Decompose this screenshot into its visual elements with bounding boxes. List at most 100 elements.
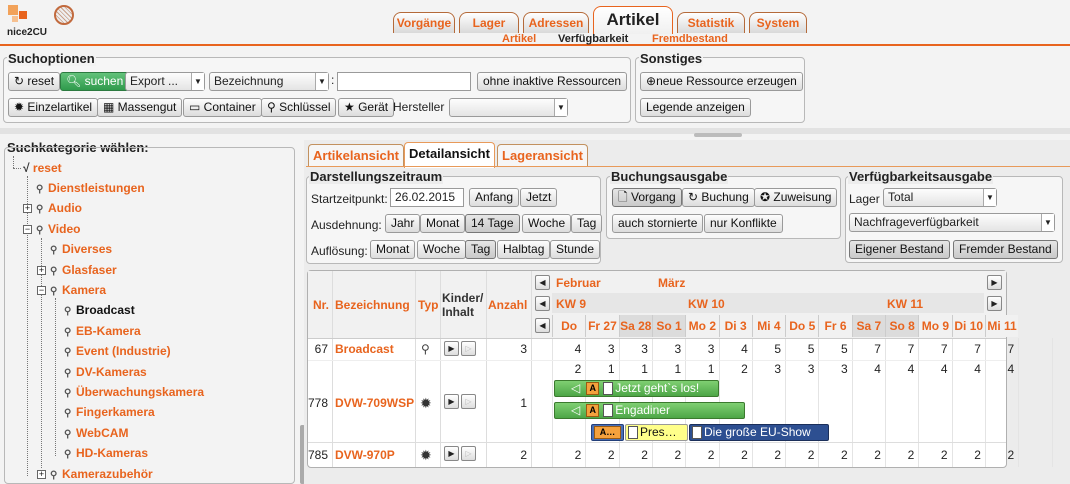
aufloesung-label: Auflösung: [311,244,368,258]
export-select[interactable]: Export ... ▼ [125,72,205,91]
key-icon: ⚲ [36,225,44,236]
expand-icon[interactable]: + [37,470,46,479]
next-week-button[interactable]: ▶ [987,296,1002,311]
tree-item-video[interactable]: ⚲ Video [36,222,80,236]
subtab-fremdbestand[interactable]: Fremdbestand [652,33,728,45]
row-67-bezeichnung[interactable]: Broadcast [335,342,394,356]
storniert-button[interactable]: auch stornierte [612,214,704,233]
tab-lager[interactable]: Lager [459,12,519,33]
expand-icon[interactable]: + [37,266,46,275]
tree-item-fingerkamera[interactable]: ⚲ Fingerkamera [64,405,155,419]
booking-bar[interactable]: A… [591,424,624,441]
tree-item-hd-kameras[interactable]: ⚲ HD-Kameras [64,446,148,460]
prev-month-button[interactable]: ◀ [535,275,550,290]
start-date-input[interactable]: 26.02.2015 [390,188,464,207]
zuweisung-button[interactable]: ✪ Zuweisung [754,188,838,207]
row-67-expand-controls[interactable]: ▶ ▷ [444,341,478,357]
ausdehnung-monat-button[interactable]: Monat [420,214,466,233]
tab-artikel[interactable]: Artikel [593,6,673,34]
type-einzelartikel-button[interactable]: ✹ Einzelartikel [8,98,99,117]
tab-detailansicht[interactable]: Detailansicht [404,142,495,168]
buchung-button[interactable]: ↻ Buchung [682,188,755,207]
jetzt-button[interactable]: Jetzt [520,188,558,207]
collapse-icon[interactable]: − [37,286,46,295]
nachfrage-select[interactable]: Nachfrageverfügbarkeit ▼ [849,213,1055,232]
tree-root-reset[interactable]: √ reset [23,161,62,175]
type-massengut-button[interactable]: ▦ Massengut [97,98,183,117]
play-icon[interactable]: ▶ [444,446,459,461]
splitter-handle[interactable] [694,133,742,137]
prev-week-button[interactable]: ◀ [535,296,550,311]
tab-vorgaenge[interactable]: Vorgänge [393,12,455,33]
prev-day-button[interactable]: ◀ [535,318,550,333]
ausdehnung-jahr-button[interactable]: Jahr [385,214,421,233]
aufloesung-woche-button[interactable]: Woche [417,240,467,259]
collapse-icon[interactable]: − [23,225,32,234]
tab-lageransicht[interactable]: Lageransicht [497,144,588,166]
tree-item-glasfaser[interactable]: ⚲ Glasfaser [50,263,117,277]
aufloesung-monat-button[interactable]: Monat [370,240,416,259]
ausdehnung-woche-button[interactable]: Woche [522,214,572,233]
tree-item-broadcast[interactable]: ⚲ Broadcast [64,303,135,317]
tab-statistik[interactable]: Statistik [677,12,745,33]
lager-select[interactable]: Total ▼ [883,188,997,207]
search-input[interactable] [337,72,471,91]
type-geraet-button[interactable]: ★ Gerät [338,98,395,117]
row-778-bezeichnung[interactable]: DVW-709WSP [335,396,414,410]
aufloesung-halbtag-button[interactable]: Halbtag [497,240,551,259]
subtab-artikel[interactable]: Artikel [502,33,536,45]
type-schluessel-button[interactable]: ⚲ Schlüssel [261,98,337,117]
tree-item-diverses[interactable]: ⚲ Diverses [50,242,112,256]
tree-item-event[interactable]: ⚲ Event (Industrie) [64,344,171,358]
booking-label: Engadiner [615,403,670,417]
globe-icon[interactable] [54,5,74,25]
fremder-bestand-button[interactable]: Fremder Bestand [953,240,1058,259]
aufloesung-stunde-button[interactable]: Stunde [550,240,601,259]
tree-item-eb-kamera[interactable]: ⚲ EB-Kamera [64,324,141,338]
row-785-bezeichnung[interactable]: DVW-970P [335,448,395,462]
tab-system[interactable]: System [749,12,807,33]
tree-item-kamerazubehoer[interactable]: ⚲ Kamerazubehör [50,467,153,481]
booking-bar[interactable]: Die große EU-Show [689,424,829,441]
konflikte-button[interactable]: nur Konflikte [704,214,783,233]
row-778-expand-controls[interactable]: ▶ ▷ [444,394,478,410]
aufloesung-tag-button[interactable]: Tag [465,240,497,259]
tree-item-dienstleistungen[interactable]: ⚲ Dienstleistungen [36,181,145,195]
type-container-button[interactable]: ▭ Container [183,98,262,117]
tab-adressen[interactable]: Adressen [523,12,589,33]
next-month-button[interactable]: ▶ [987,275,1002,290]
tree-item-audio[interactable]: ⚲ Audio [36,201,82,215]
play-icon[interactable]: ▶ [444,341,459,356]
field-select[interactable]: Bezeichnung ▼ [209,72,329,91]
hersteller-select[interactable]: ▼ [449,98,568,117]
subtab-verfuegbarkeit[interactable]: Verfügbarkeit [558,33,628,45]
tree-item-dv-kameras[interactable]: ⚲ DV-Kameras [64,365,147,379]
key-icon: ⚲ [36,184,44,195]
ausdehnung-14tage-button[interactable]: 14 Tage [465,214,520,233]
show-legend-button[interactable]: Legende anzeigen [640,98,751,117]
new-resource-button[interactable]: ⊕neue Ressource erzeugen [640,72,803,91]
vorgang-button[interactable]: 🗋 Vorgang [612,188,682,207]
anfang-button[interactable]: Anfang [469,188,520,207]
ausdehnung-tag-button[interactable]: Tag [571,214,603,233]
day-header: Mo 9 [918,315,952,337]
tab-artikelansicht[interactable]: Artikelansicht [308,144,404,166]
search-button[interactable]: 🔍︎ suchen [60,72,130,91]
key-icon: ⚲ [64,408,72,419]
tree-item-ueberwachung[interactable]: ⚲ Überwachungskamera [64,385,204,399]
day-header: Fr 6 [818,315,852,337]
horizontal-splitter[interactable] [0,128,1070,134]
booking-bar[interactable]: ◁ A Jetzt geht`s los! [554,380,719,397]
tree-item-webcam[interactable]: ⚲ WebCAM [64,426,128,440]
expand-icon[interactable]: + [23,204,32,213]
row-785-expand-controls[interactable]: ▶ ▷ [444,446,478,462]
inactive-resources-button[interactable]: ohne inaktive Ressourcen [477,72,627,91]
tree-item-kamera[interactable]: ⚲ Kamera [50,283,106,297]
reset-button[interactable]: ↻ reset [8,72,61,91]
booking-bar[interactable]: Pres… [625,424,688,441]
export-label: Export ... [130,74,179,88]
eigener-bestand-button[interactable]: Eigener Bestand [849,240,950,259]
reset-icon: ↻ [14,74,28,88]
booking-bar[interactable]: ◁ A Engadiner [554,402,745,419]
play-icon[interactable]: ▶ [444,394,459,409]
